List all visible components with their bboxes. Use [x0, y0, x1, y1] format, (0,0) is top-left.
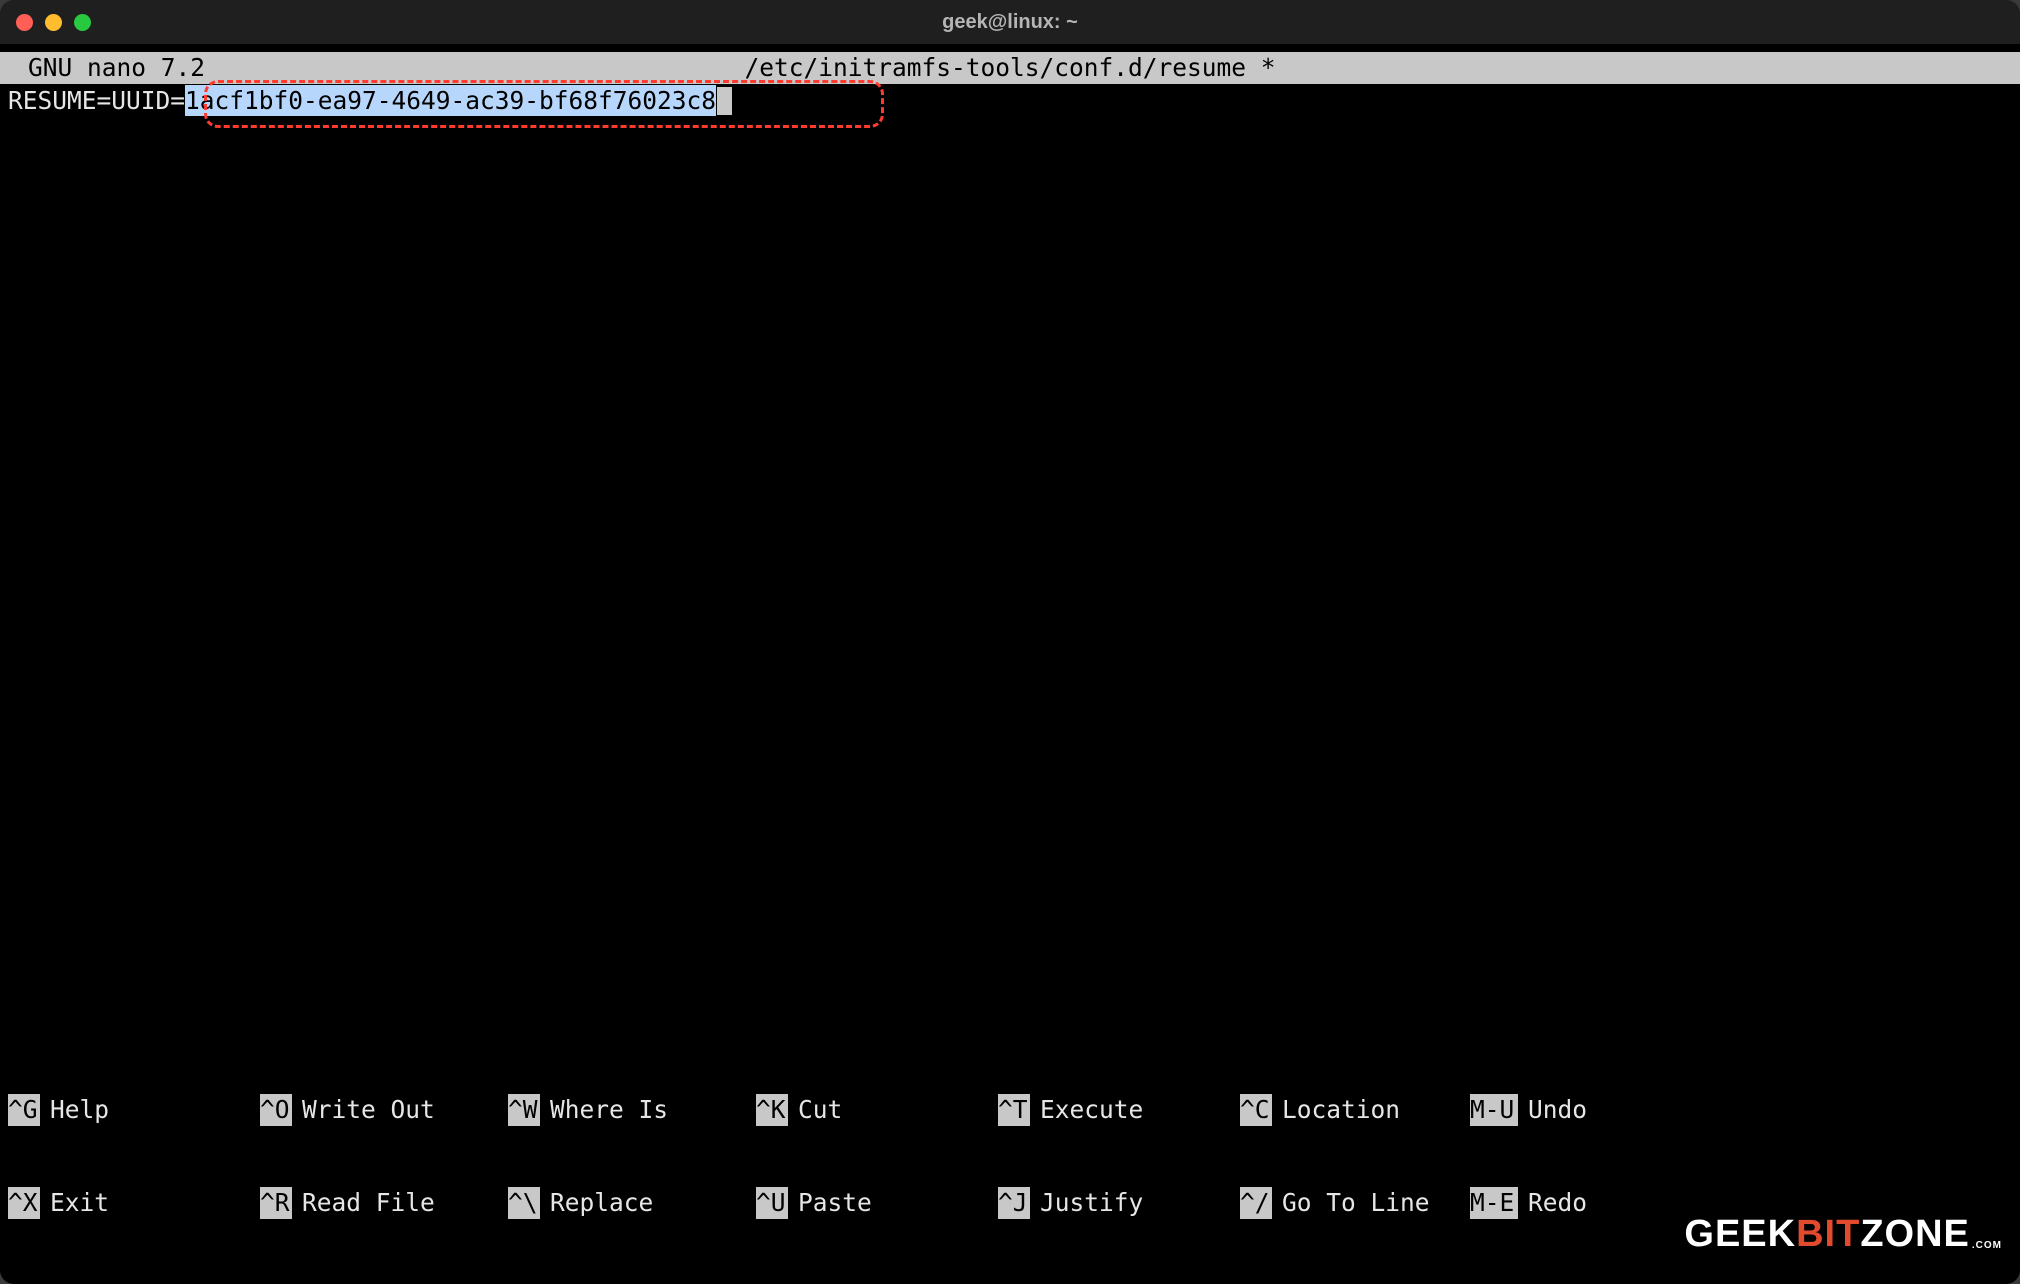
window-titlebar: geek@linux: ~ [0, 0, 2020, 44]
close-icon[interactable] [16, 14, 33, 31]
shortcut-redo[interactable]: M-ERedo [1470, 1187, 1587, 1219]
shortcut-justify[interactable]: ^JJustify [998, 1187, 1240, 1219]
nano-version: GNU nano 7.2 [0, 53, 205, 84]
minimize-icon[interactable] [45, 14, 62, 31]
shortcut-write-out[interactable]: ^OWrite Out [260, 1094, 508, 1126]
shortcut-undo[interactable]: M-UUndo [1470, 1094, 1587, 1126]
shortcut-help[interactable]: ^GHelp [8, 1094, 260, 1126]
footer-row-1: ^GHelp ^OWrite Out ^WWhere Is ^KCut ^TEx… [8, 1094, 2020, 1126]
maximize-icon[interactable] [74, 14, 91, 31]
shortcut-paste[interactable]: ^UPaste [756, 1187, 998, 1219]
nano-file-path: /etc/initramfs-tools/conf.d/resume * [744, 53, 1275, 84]
nano-shortcut-footer: ^GHelp ^OWrite Out ^WWhere Is ^KCut ^TEx… [0, 1033, 2020, 1280]
shortcut-execute[interactable]: ^TExecute [998, 1094, 1240, 1126]
footer-row-2: ^XExit ^RRead File ^\Replace ^UPaste ^JJ… [8, 1187, 2020, 1219]
terminal-window: geek@linux: ~ GNU nano 7.2 /etc/initramf… [0, 0, 2020, 1284]
text-cursor-icon [717, 87, 732, 115]
shortcut-replace[interactable]: ^\Replace [508, 1187, 756, 1219]
shortcut-cut[interactable]: ^KCut [756, 1094, 998, 1126]
shortcut-goto-line[interactable]: ^/Go To Line [1240, 1187, 1470, 1219]
window-controls [16, 14, 91, 31]
shortcut-location[interactable]: ^CLocation [1240, 1094, 1470, 1126]
selected-uuid[interactable]: 1acf1bf0-ea97-4649-ac39-bf68f76023c8 [185, 85, 716, 117]
shortcut-read-file[interactable]: ^RRead File [260, 1187, 508, 1219]
resume-prefix: RESUME=UUID= [8, 85, 185, 117]
shortcut-exit[interactable]: ^XExit [8, 1187, 260, 1219]
editor-content-line[interactable]: RESUME=UUID=1acf1bf0-ea97-4649-ac39-bf68… [0, 84, 2020, 117]
nano-header-bar: GNU nano 7.2 /etc/initramfs-tools/conf.d… [0, 52, 2020, 84]
terminal-area[interactable]: GNU nano 7.2 /etc/initramfs-tools/conf.d… [0, 44, 2020, 1284]
window-title: geek@linux: ~ [942, 10, 1078, 35]
shortcut-where-is[interactable]: ^WWhere Is [508, 1094, 756, 1126]
